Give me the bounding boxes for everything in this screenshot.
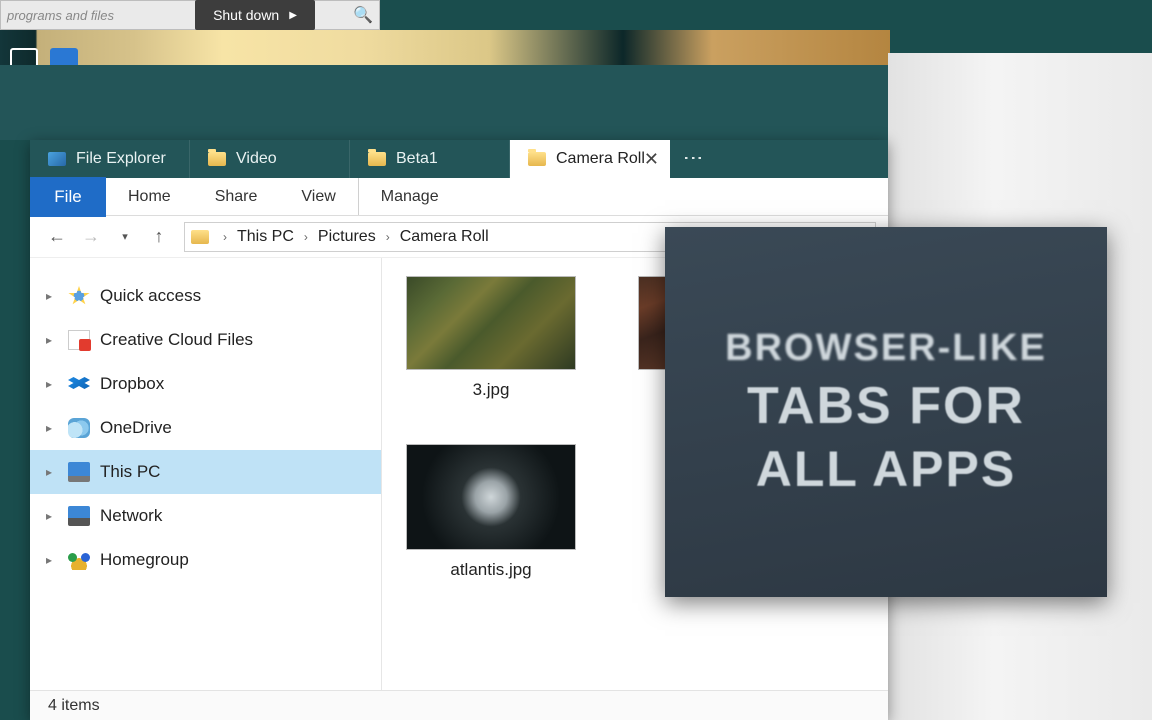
ribbon-tab-home[interactable]: Home <box>106 178 193 215</box>
tab-label: Video <box>236 150 277 168</box>
expand-icon[interactable]: ▸ <box>46 421 60 435</box>
chevron-right-icon: › <box>298 230 314 244</box>
sidebar-item-label: This PC <box>100 462 160 482</box>
folder-icon <box>191 230 209 244</box>
sidebar-item-onedrive[interactable]: ▸ OneDrive <box>30 406 381 450</box>
this-pc-icon <box>68 462 90 482</box>
up-button[interactable]: ↑ <box>144 222 174 252</box>
close-tab-icon[interactable]: ✕ <box>644 149 659 170</box>
ribbon-tab-manage[interactable]: Manage <box>358 178 461 215</box>
file-name: 3.jpg <box>473 380 510 400</box>
start-search-placeholder: programs and files <box>7 8 114 23</box>
sidebar-item-quick-access[interactable]: ▸ Quick access <box>30 274 381 318</box>
sidebar-item-dropbox[interactable]: ▸ Dropbox <box>30 362 381 406</box>
tab-file-explorer[interactable]: File Explorer <box>30 140 190 178</box>
sidebar-item-this-pc[interactable]: ▸ This PC <box>30 450 381 494</box>
desktop-wallpaper-strip <box>0 30 890 65</box>
promo-line: ALL APPS <box>756 440 1016 498</box>
back-button[interactable]: ← <box>42 222 72 252</box>
folder-icon <box>528 152 546 166</box>
tab-overflow-button[interactable]: ⋮ <box>670 140 716 178</box>
dropbox-icon <box>68 374 90 394</box>
tab-label: Camera Roll <box>556 150 645 168</box>
folder-icon <box>208 152 226 166</box>
promo-line: TABS FOR <box>747 376 1025 436</box>
breadcrumb-segment[interactable]: Camera Roll <box>396 228 493 246</box>
recent-locations-button[interactable]: ▾ <box>110 222 140 252</box>
chevron-right-icon: › <box>380 230 396 244</box>
sidebar-item-network[interactable]: ▸ Network <box>30 494 381 538</box>
star-icon <box>68 286 90 306</box>
sidebar-item-creative-cloud[interactable]: ▸ Creative Cloud Files <box>30 318 381 362</box>
sidebar-item-label: OneDrive <box>100 418 172 438</box>
file-thumbnail <box>406 276 576 370</box>
promo-line: BROWSER-LIKE <box>725 327 1047 370</box>
breadcrumb-segment[interactable]: Pictures <box>314 228 380 246</box>
chevron-right-icon: ▶ <box>289 10 297 21</box>
file-item[interactable]: atlantis.jpg <box>406 444 576 580</box>
breadcrumb-segment[interactable]: This PC <box>233 228 298 246</box>
ribbon-tab-view[interactable]: View <box>279 178 357 215</box>
sidebar-item-label: Quick access <box>100 286 201 306</box>
sidebar-item-homegroup[interactable]: ▸ Homegroup <box>30 538 381 582</box>
file-item[interactable]: 3.jpg <box>406 276 576 400</box>
onedrive-icon <box>68 418 90 438</box>
sidebar-item-label: Creative Cloud Files <box>100 330 253 350</box>
search-icon[interactable]: 🔍 <box>353 5 373 25</box>
expand-icon[interactable]: ▸ <box>46 509 60 523</box>
tab-label: Beta1 <box>396 150 438 168</box>
tab-video[interactable]: Video <box>190 140 350 178</box>
ribbon-tab-share[interactable]: Share <box>193 178 280 215</box>
file-menu-button[interactable]: File <box>30 177 106 217</box>
chevron-right-icon: › <box>217 230 233 244</box>
sidebar-item-label: Homegroup <box>100 550 189 570</box>
homegroup-icon <box>68 550 90 570</box>
expand-icon[interactable]: ▸ <box>46 377 60 391</box>
shutdown-label: Shut down <box>213 7 279 23</box>
file-explorer-icon <box>48 152 66 166</box>
tab-beta1[interactable]: Beta1 <box>350 140 510 178</box>
shutdown-button[interactable]: Shut down ▶ <box>195 0 315 30</box>
expand-icon[interactable]: ▸ <box>46 333 60 347</box>
folder-icon <box>368 152 386 166</box>
status-bar: 4 items <box>30 690 888 720</box>
creative-cloud-icon <box>68 330 90 350</box>
window-tab-strip: File Explorer Video Beta1 Camera Roll ✕ … <box>30 140 888 178</box>
ribbon: File Home Share View Manage <box>30 178 888 216</box>
sidebar-item-label: Network <box>100 506 162 526</box>
expand-icon[interactable]: ▸ <box>46 553 60 567</box>
promo-overlay: BROWSER-LIKE TABS FOR ALL APPS <box>665 227 1107 597</box>
network-icon <box>68 506 90 526</box>
sidebar-item-label: Dropbox <box>100 374 164 394</box>
item-count: 4 items <box>48 697 100 715</box>
tab-label: File Explorer <box>76 150 166 168</box>
background <box>0 65 888 140</box>
file-name: atlantis.jpg <box>450 560 531 580</box>
navigation-pane: ▸ Quick access ▸ Creative Cloud Files ▸ Dro… <box>30 258 382 690</box>
expand-icon[interactable]: ▸ <box>46 465 60 479</box>
tab-camera-roll[interactable]: Camera Roll ✕ <box>510 140 670 178</box>
forward-button[interactable]: → <box>76 222 106 252</box>
file-thumbnail <box>406 444 576 550</box>
expand-icon[interactable]: ▸ <box>46 289 60 303</box>
